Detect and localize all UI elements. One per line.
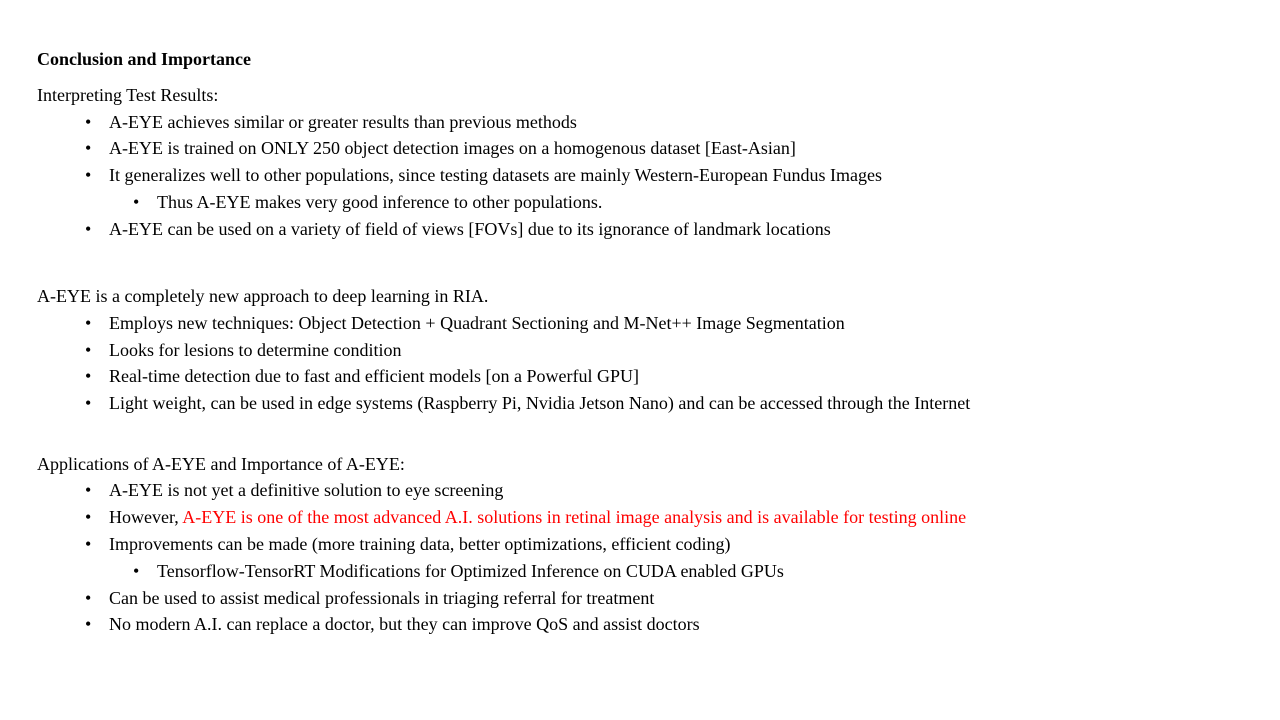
bullet-icon: • bbox=[85, 480, 92, 500]
list-item: Improvements can be made (more training … bbox=[109, 534, 731, 554]
list-item: Real-time detection due to fast and effi… bbox=[109, 366, 640, 386]
bullet-icon: • bbox=[85, 112, 92, 132]
list-item-text: However, bbox=[109, 507, 183, 527]
bullet-icon: • bbox=[133, 561, 140, 581]
bullet-icon: • bbox=[85, 366, 92, 386]
bullet-icon: • bbox=[85, 138, 92, 158]
list-item: A-EYE can be used on a variety of field … bbox=[109, 219, 831, 239]
list-item: A-EYE is not yet a definitive solution t… bbox=[109, 480, 504, 500]
highlighted-text: A-EYE is one of the most advanced A.I. s… bbox=[182, 507, 967, 527]
bullet-icon: • bbox=[85, 507, 92, 527]
list-item: Light weight, can be used in edge system… bbox=[109, 393, 971, 413]
list-item: Can be used to assist medical profession… bbox=[109, 588, 655, 608]
bullet-icon: • bbox=[85, 588, 92, 608]
bullet-icon: • bbox=[85, 165, 92, 185]
bullet-icon: • bbox=[133, 192, 140, 212]
bullet-icon: • bbox=[85, 614, 92, 634]
list-item: Looks for lesions to determine condition bbox=[109, 340, 402, 360]
list-item: No modern A.I. can replace a doctor, but… bbox=[109, 614, 700, 634]
list-item: However, A-EYE is one of the most advanc… bbox=[109, 506, 966, 528]
list-item: A-EYE achieves similar or greater result… bbox=[109, 112, 577, 132]
list-item: Employs new techniques: Object Detection… bbox=[109, 313, 845, 333]
list-item: It generalizes well to other populations… bbox=[109, 165, 882, 185]
bullet-icon: • bbox=[85, 219, 92, 239]
slide: Conclusion and Importance Interpreting T… bbox=[0, 0, 1280, 720]
section-heading-interpreting: Interpreting Test Results: bbox=[37, 85, 219, 105]
sub-list-item: Tensorflow-TensorRT Modifications for Op… bbox=[157, 561, 784, 581]
section-heading-applications: Applications of A-EYE and Importance of … bbox=[37, 454, 405, 474]
section-heading-approach: A-EYE is a completely new approach to de… bbox=[37, 286, 489, 306]
bullet-icon: • bbox=[85, 393, 92, 413]
bullet-icon: • bbox=[85, 313, 92, 333]
slide-title: Conclusion and Importance bbox=[37, 49, 252, 69]
bullet-icon: • bbox=[85, 534, 92, 554]
bullet-icon: • bbox=[85, 340, 92, 360]
list-item: A-EYE is trained on ONLY 250 object dete… bbox=[109, 138, 796, 158]
sub-list-item: Thus A-EYE makes very good inference to … bbox=[157, 192, 603, 212]
